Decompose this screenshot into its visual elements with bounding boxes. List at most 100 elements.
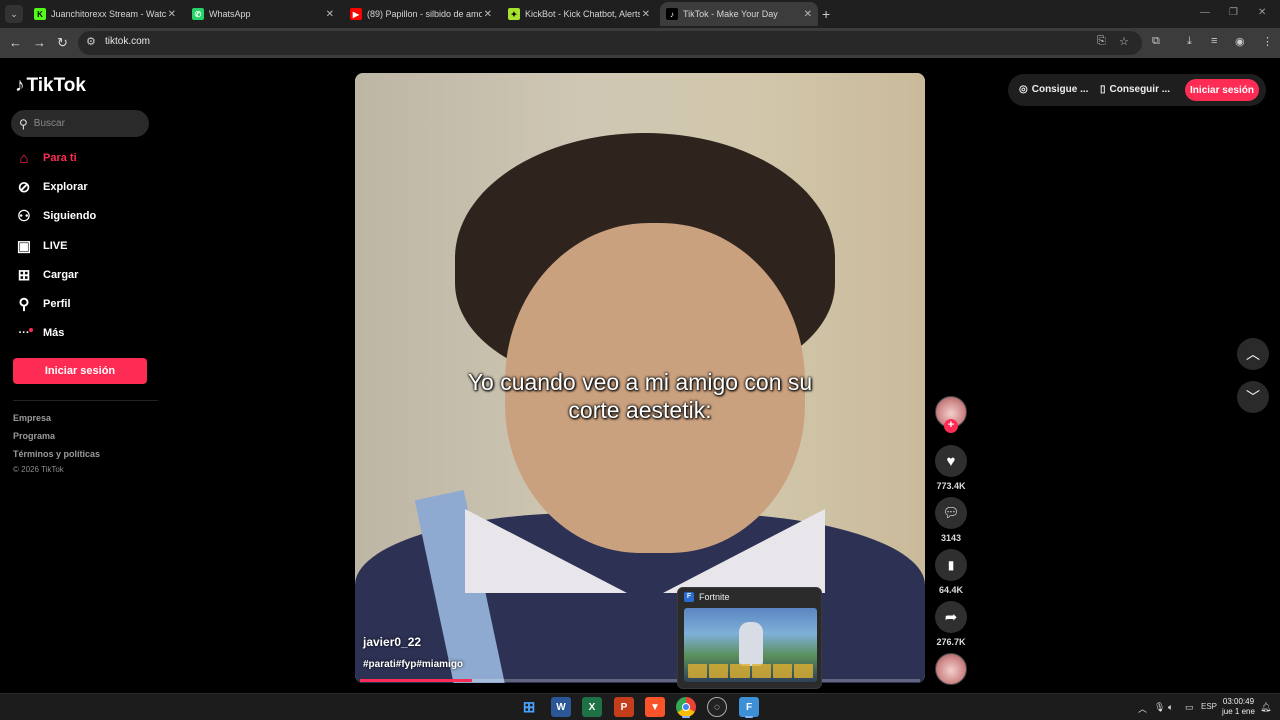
- extensions-icon[interactable]: ⧉: [1152, 35, 1160, 48]
- tiktok-logo[interactable]: ♪ TikTok: [15, 75, 86, 97]
- comment-button[interactable]: 💬︎: [935, 497, 967, 529]
- sidebar-item-mas[interactable]: ··· Más: [15, 323, 65, 343]
- notification-dot: [29, 328, 33, 332]
- windows-taskbar: [0, 693, 1280, 720]
- monitor-icon[interactable]: ▭: [1185, 702, 1194, 713]
- close-window-icon[interactable]: ✕: [1258, 7, 1266, 18]
- brave-icon[interactable]: ▼: [645, 697, 665, 717]
- fortnite-icon: F: [684, 592, 694, 602]
- follow-plus-icon[interactable]: +: [944, 419, 958, 433]
- forward-icon[interactable]: →: [33, 35, 46, 50]
- tray-chevron-icon[interactable]: ︿: [1138, 702, 1147, 715]
- header-login-button[interactable]: Iniciar sesión: [1185, 79, 1259, 101]
- reading-list-icon[interactable]: ≡: [1211, 35, 1217, 47]
- compass-icon: ⊘: [17, 179, 31, 196]
- restore-icon[interactable]: ❐: [1229, 7, 1238, 18]
- site-info-icon[interactable]: ⚙: [86, 35, 96, 48]
- comment-icon: 💬︎: [942, 505, 960, 520]
- copyright: © 2026 TikTok: [13, 465, 64, 474]
- next-video-button[interactable]: ﹀: [1237, 381, 1269, 413]
- phone-icon: ▯: [1100, 84, 1106, 95]
- bookmark-star-icon[interactable]: ☆: [1119, 35, 1129, 48]
- browser-tab-youtube[interactable]: ▶ (89) Papillon - silbido de amor ✕: [344, 2, 498, 26]
- heart-icon: ♥: [946, 452, 956, 470]
- share-button[interactable]: ➦: [935, 601, 967, 633]
- tiktok-note-icon: ♪: [15, 75, 25, 96]
- sidebar-divider: [13, 400, 158, 401]
- home-icon: ⌂: [19, 149, 29, 167]
- notification-bell-icon[interactable]: 🔔︎: [1260, 702, 1271, 713]
- microphone-icon[interactable]: 🎙︎: [1154, 702, 1165, 713]
- close-tab-icon[interactable]: ✕: [484, 9, 492, 20]
- system-clock[interactable]: 03:00:49 jue 1 ene: [1222, 697, 1255, 717]
- sidebar-item-cargar[interactable]: ⊞ Cargar: [15, 265, 79, 285]
- sidebar-item-para-ti[interactable]: ⌂ Para ti: [15, 148, 76, 168]
- browser-menu-icon[interactable]: ⋮: [1262, 35, 1273, 48]
- sidebar-item-perfil[interactable]: ⚲ Perfil: [15, 294, 71, 314]
- save-count: 64.4K: [938, 585, 964, 595]
- save-button[interactable]: ▮: [935, 549, 967, 581]
- close-tab-icon[interactable]: ✕: [642, 9, 650, 20]
- powerpoint-icon[interactable]: P: [614, 697, 634, 717]
- share-icon: ➦: [944, 609, 958, 626]
- sidebar-login-button[interactable]: Iniciar sesión: [13, 358, 147, 384]
- close-tab-icon[interactable]: ✕: [804, 9, 812, 20]
- footer-link-terminos[interactable]: Términos y políticas: [13, 449, 100, 459]
- start-menu-icon[interactable]: ⊞: [519, 697, 539, 717]
- word-icon[interactable]: W: [551, 697, 571, 717]
- fortnite-taskbar-icon[interactable]: F: [739, 697, 759, 717]
- sidebar-item-siguiendo[interactable]: ⚇ Siguiendo: [15, 206, 96, 226]
- get-app-button[interactable]: ▯ Conseguir ...: [1100, 84, 1170, 95]
- browser-tab-kick[interactable]: K Juanchitorexx Stream - Watch Live ✕: [28, 2, 182, 26]
- like-count: 773.4K: [936, 481, 966, 491]
- speaker-icon[interactable]: 🔈︎: [1168, 702, 1173, 713]
- close-tab-icon[interactable]: ✕: [326, 9, 334, 20]
- coin-icon: ◎: [1019, 84, 1028, 95]
- video-player[interactable]: Yo cuando veo a mi amigo con su corte ae…: [355, 73, 925, 683]
- taskbar-window-preview[interactable]: F Fortnite: [677, 587, 822, 689]
- video-caption: Yo cuando veo a mi amigo con su corte ae…: [467, 369, 813, 423]
- chrome-active-indicator: [682, 716, 690, 718]
- bookmark-icon: ▮: [947, 558, 955, 572]
- previous-video-button[interactable]: ︿: [1237, 338, 1269, 370]
- music-disc-avatar[interactable]: [935, 653, 967, 685]
- chrome-icon[interactable]: [676, 697, 696, 717]
- chevron-up-icon: ︿: [1246, 346, 1260, 362]
- browser-tab-whatsapp[interactable]: ✆ WhatsApp ✕: [186, 2, 340, 26]
- footer-link-programa[interactable]: Programa: [13, 431, 55, 441]
- video-progress-bar[interactable]: [360, 679, 920, 682]
- minimize-icon[interactable]: —: [1200, 7, 1210, 18]
- video-progress-fill: [360, 679, 472, 682]
- obs-icon[interactable]: ◌: [707, 697, 727, 717]
- downloads-icon[interactable]: ⤓: [1187, 35, 1192, 48]
- like-button[interactable]: ♥: [935, 445, 967, 477]
- new-tab-icon[interactable]: +: [822, 6, 830, 22]
- sidebar-item-explorar[interactable]: ⊘ Explorar: [15, 177, 88, 197]
- browser-tab-kickbot[interactable]: ✦ KickBot - Kick Chatbot, Alerts, Timers…: [502, 2, 656, 26]
- tab-search-chevron-icon[interactable]: ⌄: [5, 5, 23, 23]
- kickbot-icon: ✦: [508, 8, 520, 20]
- video-hashtags[interactable]: #parati#fyp#miamigo: [363, 659, 463, 670]
- back-icon[interactable]: ←: [9, 35, 22, 50]
- profile-avatar-icon[interactable]: ◉: [1235, 35, 1245, 48]
- browser-tab-tiktok[interactable]: ♪ TikTok - Make Your Day ✕: [660, 2, 818, 26]
- chevron-down-icon: ﹀: [1246, 389, 1260, 405]
- get-coins-button[interactable]: ◎ Consigue ...: [1019, 84, 1088, 95]
- install-app-icon[interactable]: ⎘: [1097, 35, 1106, 48]
- reload-icon[interactable]: ↻: [57, 35, 68, 51]
- sidebar-item-live[interactable]: ▣ LIVE: [15, 236, 68, 256]
- close-tab-icon[interactable]: ✕: [168, 9, 176, 20]
- footer-link-empresa[interactable]: Empresa: [13, 413, 51, 423]
- more-icon: ···: [15, 327, 33, 339]
- url-box[interactable]: [78, 31, 1142, 55]
- search-bar[interactable]: ⚲: [11, 110, 149, 137]
- tiktok-icon: ♪: [666, 8, 678, 20]
- share-count: 276.7K: [936, 637, 966, 647]
- excel-icon[interactable]: X: [582, 697, 602, 717]
- url-text[interactable]: tiktok.com: [105, 36, 150, 47]
- language-indicator[interactable]: ESP: [1201, 702, 1217, 711]
- preview-character: [739, 622, 763, 666]
- video-author[interactable]: javier0_22: [363, 635, 421, 649]
- preview-thumbnail: [684, 608, 817, 682]
- search-input[interactable]: [33, 118, 134, 129]
